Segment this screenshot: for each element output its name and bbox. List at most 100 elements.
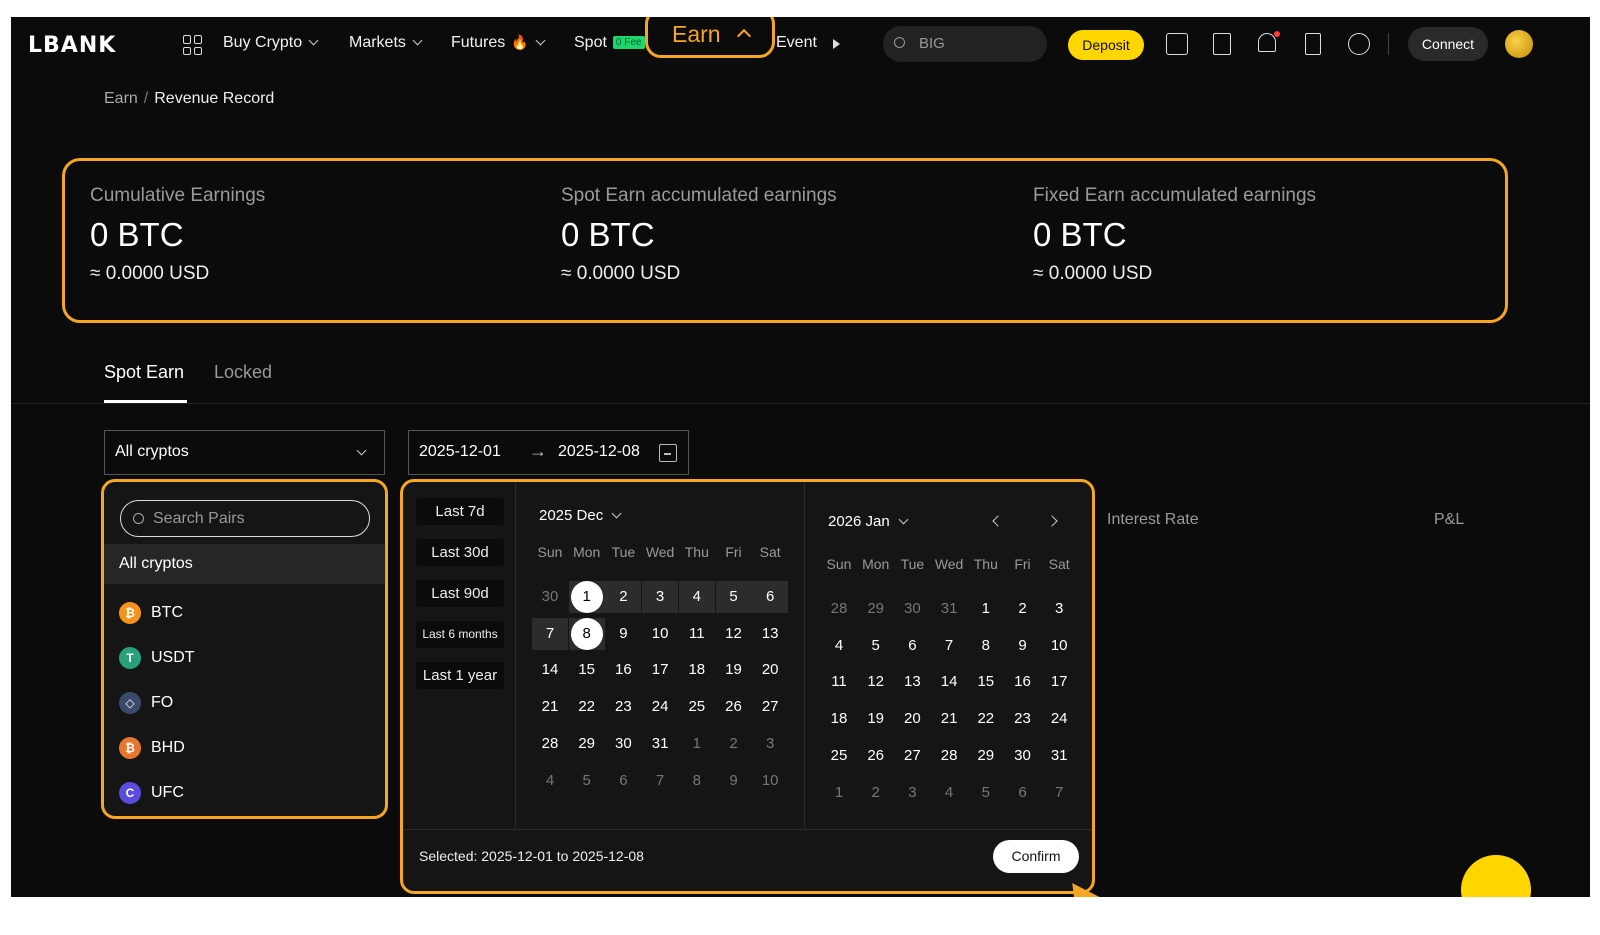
calendar-day[interactable]: 11 [821, 666, 857, 698]
calendar-day[interactable]: 5 [715, 581, 752, 613]
calendar-day[interactable]: 12 [858, 666, 894, 698]
crypto-option-all[interactable]: All cryptos [104, 544, 385, 584]
calendar-day[interactable]: 10 [1041, 630, 1077, 662]
calendar-day[interactable]: 16 [1005, 666, 1041, 698]
wallet-icon[interactable] [1166, 33, 1188, 55]
month-select-right[interactable]: 2026 Jan [828, 513, 909, 530]
calendar-day[interactable]: 7 [532, 617, 568, 650]
nav-more-arrow-icon[interactable] [833, 39, 840, 49]
date-range-picker[interactable]: 2025-12-01 → 2025-12-08 [408, 430, 689, 475]
month-select-left[interactable]: 2025 Dec [539, 507, 622, 524]
nav-earn-highlighted[interactable]: Earn [645, 17, 775, 58]
calendar-day[interactable]: 10 [642, 618, 678, 650]
calendar-day[interactable]: 2 [1005, 593, 1041, 625]
nav-events[interactable]: Event [776, 34, 817, 52]
breadcrumb-earn[interactable]: Earn [104, 90, 138, 107]
nav-search-input[interactable]: BIG [883, 26, 1047, 62]
calendar-day[interactable]: 28 [931, 740, 967, 772]
connect-button[interactable]: Connect [1408, 27, 1488, 61]
calendar-day[interactable]: 26 [858, 740, 894, 772]
calendar-day[interactable]: 20 [894, 703, 930, 735]
calendar-day[interactable]: 25 [679, 691, 715, 723]
nav-buy-crypto[interactable]: Buy Crypto [223, 34, 319, 52]
calendar-day[interactable]: 24 [1041, 703, 1077, 735]
deposit-button[interactable]: Deposit [1068, 30, 1144, 60]
calendar-day[interactable]: 6 [894, 630, 930, 662]
calendar-day[interactable]: 16 [605, 654, 641, 686]
calendar-day[interactable]: 6 [752, 581, 789, 613]
nav-markets[interactable]: Markets [349, 34, 423, 52]
calendar-day[interactable]: 8 [568, 617, 605, 650]
calendar-day[interactable]: 5 [858, 630, 894, 662]
calendar-day[interactable]: 14 [931, 666, 967, 698]
date-to[interactable]: 2025-12-08 [558, 443, 640, 461]
calendar-day[interactable]: 21 [532, 691, 568, 723]
calendar-day[interactable]: 9 [1005, 630, 1041, 662]
calendar-day[interactable]: 19 [716, 654, 752, 686]
quick-range-button[interactable]: Last 6 months [416, 621, 504, 648]
orders-icon[interactable] [1213, 33, 1231, 55]
calendar-day[interactable]: 15 [968, 666, 1004, 698]
prev-month-icon[interactable] [992, 515, 1004, 527]
calendar-day[interactable]: 4 [821, 630, 857, 662]
calendar-day[interactable]: 31 [642, 728, 678, 760]
calendar-day[interactable]: 27 [752, 691, 788, 723]
calendar-day[interactable]: 18 [679, 654, 715, 686]
calendar-day[interactable]: 25 [821, 740, 857, 772]
calendar-day[interactable]: 12 [716, 618, 752, 650]
nav-futures[interactable]: Futures 🔥 [451, 34, 546, 52]
calendar-day[interactable]: 27 [894, 740, 930, 772]
globe-icon[interactable] [1348, 33, 1370, 55]
calendar-day[interactable]: 29 [569, 728, 605, 760]
calendar-day[interactable]: 1 [968, 593, 1004, 625]
tab-locked[interactable]: Locked [214, 362, 272, 383]
apps-grid-icon[interactable] [183, 35, 203, 55]
calendar-day[interactable]: 17 [642, 654, 678, 686]
calendar-day[interactable]: 30 [1005, 740, 1041, 772]
calendar-icon[interactable] [659, 444, 677, 462]
date-from[interactable]: 2025-12-01 [419, 443, 501, 461]
calendar-day[interactable]: 1 [568, 581, 605, 613]
download-icon[interactable] [1305, 33, 1321, 55]
calendar-day[interactable]: 28 [532, 728, 568, 760]
calendar-day[interactable]: 26 [716, 691, 752, 723]
lbank-logo[interactable]: LBANK [28, 33, 116, 58]
calendar-day[interactable]: 15 [569, 654, 605, 686]
calendar-day[interactable]: 31 [1041, 740, 1077, 772]
calendar-day[interactable]: 21 [931, 703, 967, 735]
confirm-button[interactable]: Confirm [993, 840, 1079, 873]
crypto-select[interactable]: All cryptos [104, 430, 385, 475]
calendar-day[interactable]: 22 [569, 691, 605, 723]
notification-bell-icon[interactable] [1258, 33, 1276, 52]
calendar-day[interactable]: 13 [752, 618, 788, 650]
calendar-day[interactable]: 2 [605, 581, 642, 613]
avatar[interactable] [1505, 30, 1533, 58]
calendar-day[interactable]: 4 [678, 581, 715, 613]
quick-range-button[interactable]: Last 30d [416, 539, 504, 566]
calendar-day[interactable]: 23 [1005, 703, 1041, 735]
calendar-day[interactable]: 3 [1041, 593, 1077, 625]
calendar-day[interactable]: 11 [679, 618, 715, 650]
quick-range-button[interactable]: Last 90d [416, 580, 504, 607]
calendar-day[interactable]: 14 [532, 654, 568, 686]
calendar-day[interactable]: 19 [858, 703, 894, 735]
calendar-day[interactable]: 13 [894, 666, 930, 698]
quick-range-button[interactable]: Last 1 year [416, 662, 504, 689]
quick-range-button[interactable]: Last 7d [416, 498, 504, 525]
calendar-day[interactable]: 17 [1041, 666, 1077, 698]
search-pairs-input[interactable]: Search Pairs [120, 500, 370, 537]
nav-spot[interactable]: Spot 0 Fee [574, 34, 645, 52]
calendar-day[interactable]: 20 [752, 654, 788, 686]
calendar-day[interactable]: 9 [605, 618, 641, 650]
calendar-day[interactable]: 29 [968, 740, 1004, 772]
calendar-day[interactable]: 23 [605, 691, 641, 723]
calendar-day[interactable]: 3 [642, 581, 679, 613]
tab-spot-earn[interactable]: Spot Earn [104, 362, 184, 383]
next-month-icon[interactable] [1046, 515, 1058, 527]
calendar-day[interactable]: 18 [821, 703, 857, 735]
calendar-day[interactable]: 24 [642, 691, 678, 723]
calendar-day[interactable]: 8 [968, 630, 1004, 662]
calendar-day[interactable]: 30 [605, 728, 641, 760]
calendar-day[interactable]: 7 [931, 630, 967, 662]
calendar-day[interactable]: 22 [968, 703, 1004, 735]
